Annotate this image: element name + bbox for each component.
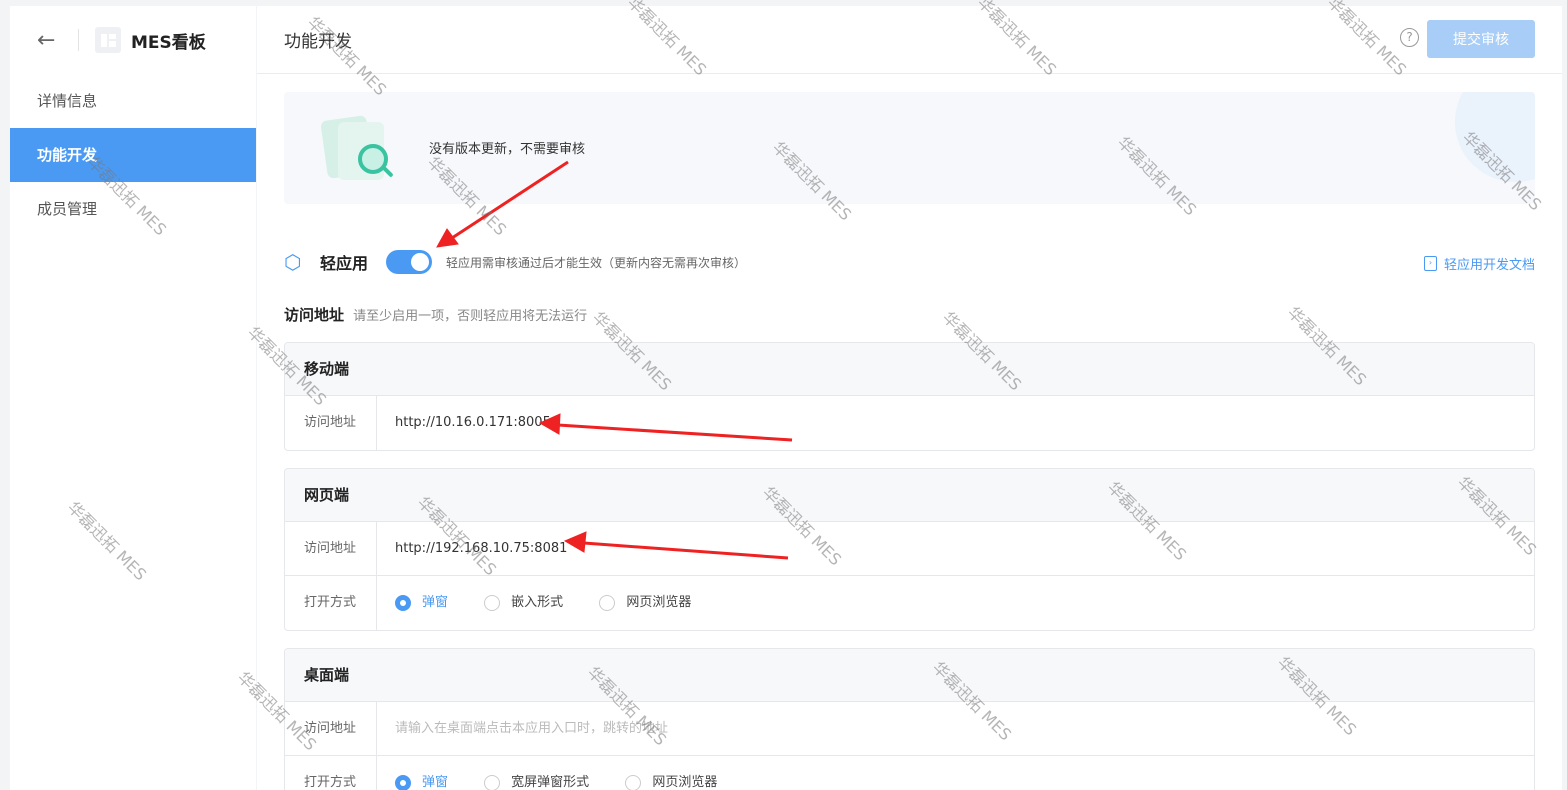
desktop-open-mode-options: 弹窗 宽屏弹窗形式 网页浏览器 [377,756,1534,790]
radio-label: 网页浏览器 [652,775,718,790]
desktop-radio-browser[interactable]: 网页浏览器 [625,756,717,790]
radio-label: 宽屏弹窗形式 [511,775,590,790]
app-window: ← MES看板 详情信息 功能开发 成员管理 功能开发 ? 提交审核 没有版本更… [0,0,1567,790]
desktop-open-mode-row: 打开方式 弹窗 宽屏弹窗形式 网页浏览器 [285,756,1534,790]
mobile-card-title: 移动端 [285,343,1534,396]
radio-checked-icon [395,775,411,790]
mobile-address-label: 访问地址 [285,396,377,450]
document-link-icon: › [1423,256,1437,271]
web-card: 网页端 访问地址 http://192.168.10.75:8081 打开方式 … [284,468,1535,631]
light-app-toggle[interactable] [386,250,433,274]
topbar: 功能开发 ? 提交审核 [257,6,1562,74]
light-app-hint: 轻应用需审核通过后才能生效（更新内容无需再次审核） [446,255,747,270]
web-card-title: 网页端 [285,469,1534,522]
desktop-open-mode-label: 打开方式 [285,756,377,790]
radio-checked-icon [395,595,411,611]
radio-label: 弹窗 [422,595,449,610]
status-banner: 没有版本更新，不需要审核 [284,92,1535,204]
sidebar-item-function-dev[interactable]: 功能开发 [10,128,256,182]
desktop-radio-popup[interactable]: 弹窗 [395,756,448,790]
web-address-row: 访问地址 http://192.168.10.75:8081 [285,522,1534,576]
radio-label: 嵌入形式 [511,595,564,610]
magnifier-handle-icon [382,166,394,178]
web-open-mode-options: 弹窗 嵌入形式 网页浏览器 [377,576,1534,630]
radio-unchecked-icon [599,595,616,611]
desktop-radio-wide-popup[interactable]: 宽屏弹窗形式 [484,756,589,790]
app-name: MES看板 [131,32,206,53]
divider [78,29,79,51]
access-hint: 请至少启用一项，否则轻应用将无法运行 [353,309,588,324]
web-radio-embed[interactable]: 嵌入形式 [484,576,563,630]
page-title: 功能开发 [284,32,352,52]
desktop-card: 桌面端 访问地址 请输入在桌面端点击本应用入口时，跳转的地址 打开方式 弹窗 宽… [284,648,1535,790]
banner-text: 没有版本更新，不需要审核 [429,142,586,157]
back-arrow-icon[interactable]: ← [37,28,61,53]
submit-review-button[interactable]: 提交审核 [1427,20,1535,58]
desktop-address-row: 访问地址 请输入在桌面端点击本应用入口时，跳转的地址 [285,702,1534,756]
sidebar-header: ← MES看板 [10,6,256,74]
desktop-address-field[interactable]: 请输入在桌面端点击本应用入口时，跳转的地址 [377,702,1534,755]
mobile-address-field[interactable]: http://10.16.0.171:8005 [377,396,1534,450]
radio-unchecked-icon [484,775,501,790]
light-app-title: 轻应用 [320,254,369,273]
web-open-mode-label: 打开方式 [285,576,377,630]
sidebar-item-members[interactable]: 成员管理 [10,182,256,236]
radio-label: 网页浏览器 [626,595,692,610]
web-open-mode-row: 打开方式 弹窗 嵌入形式 网页浏览器 [285,576,1534,630]
sidebar-item-details[interactable]: 详情信息 [10,74,256,128]
web-address-label: 访问地址 [285,522,377,575]
cube-icon: ⬡ [284,250,302,274]
dev-doc-link[interactable]: › 轻应用开发文档 [1423,254,1535,273]
main-panel: 功能开发 ? 提交审核 没有版本更新，不需要审核 ⬡ 轻应用 轻应用需审核通过后… [257,6,1562,790]
mobile-card: 移动端 访问地址 http://10.16.0.171:8005 [284,342,1535,451]
help-icon[interactable]: ? [1400,28,1419,47]
web-address-field[interactable]: http://192.168.10.75:8081 [377,522,1534,575]
radio-unchecked-icon [484,595,501,611]
desktop-card-title: 桌面端 [285,649,1534,702]
banner-decoration [1455,92,1535,182]
sidebar: ← MES看板 详情信息 功能开发 成员管理 [10,6,256,790]
web-radio-popup[interactable]: 弹窗 [395,576,448,630]
radio-label: 弹窗 [422,775,449,790]
dev-doc-link-label: 轻应用开发文档 [1443,258,1535,273]
desktop-address-label: 访问地址 [285,702,377,755]
access-address-header: 访问地址 请至少启用一项，否则轻应用将无法运行 [284,304,587,325]
app-logo-icon [95,27,121,53]
radio-unchecked-icon [625,775,642,790]
mobile-address-row: 访问地址 http://10.16.0.171:8005 [285,396,1534,450]
access-title: 访问地址 [284,306,345,324]
web-radio-browser[interactable]: 网页浏览器 [599,576,691,630]
light-app-row: ⬡ 轻应用 轻应用需审核通过后才能生效（更新内容无需再次审核） › 轻应用开发文… [284,246,1535,278]
